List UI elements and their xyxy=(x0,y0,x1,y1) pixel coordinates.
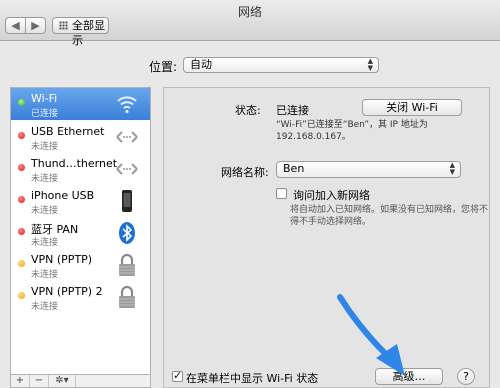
pointer-arrow-annotation xyxy=(337,294,405,376)
